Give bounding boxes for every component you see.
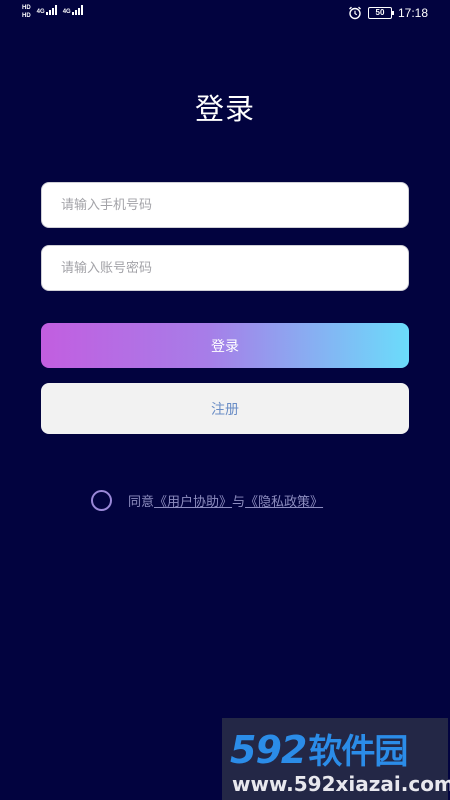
agreement-prefix: 同意 <box>128 495 155 510</box>
status-right: 50 17:18 <box>348 6 428 20</box>
phone-input[interactable] <box>41 182 409 228</box>
watermark-number: 592 <box>230 728 307 772</box>
signal-group: HD HD 4G 4G <box>22 5 83 20</box>
network-type-1: 4G <box>36 9 45 15</box>
status-time: 17:18 <box>397 6 428 20</box>
signal-sim2: 4G <box>63 5 83 15</box>
password-input[interactable] <box>41 245 409 291</box>
sim2-label: HD <box>22 13 31 19</box>
signal-bars-icon <box>71 5 83 15</box>
signal-sim1: 4G <box>37 5 57 15</box>
agree-radio[interactable] <box>91 490 112 511</box>
agreement-connector: 与 <box>232 495 246 510</box>
register-button[interactable]: 注册 <box>41 383 409 434</box>
watermark-url: www.592xiazai.com <box>232 772 450 796</box>
user-agreement-link[interactable]: 《用户协助》 <box>154 491 232 510</box>
agreement-row: 同意 《用户协助》 与 《隐私政策》 <box>91 490 323 511</box>
watermark-brand: 592软件园 <box>230 724 408 773</box>
watermark-brand-cn: 软件园 <box>308 732 408 772</box>
alarm-clock-icon <box>349 6 361 20</box>
status-bar: HD HD 4G 4G 50 17:18 <box>0 0 450 26</box>
network-type-2: 4G <box>62 9 71 15</box>
watermark-logo: 592软件园 www.592xiazai.com <box>222 718 450 800</box>
sim1-label: HD <box>22 5 31 11</box>
privacy-policy-link[interactable]: 《隐私政策》 <box>245 491 323 510</box>
page-title: 登录 <box>194 92 255 126</box>
sim-labels: HD HD <box>22 5 31 20</box>
signal-bars-icon <box>45 5 57 15</box>
login-button[interactable]: 登录 <box>41 323 409 368</box>
battery-icon: 50 <box>367 7 394 19</box>
